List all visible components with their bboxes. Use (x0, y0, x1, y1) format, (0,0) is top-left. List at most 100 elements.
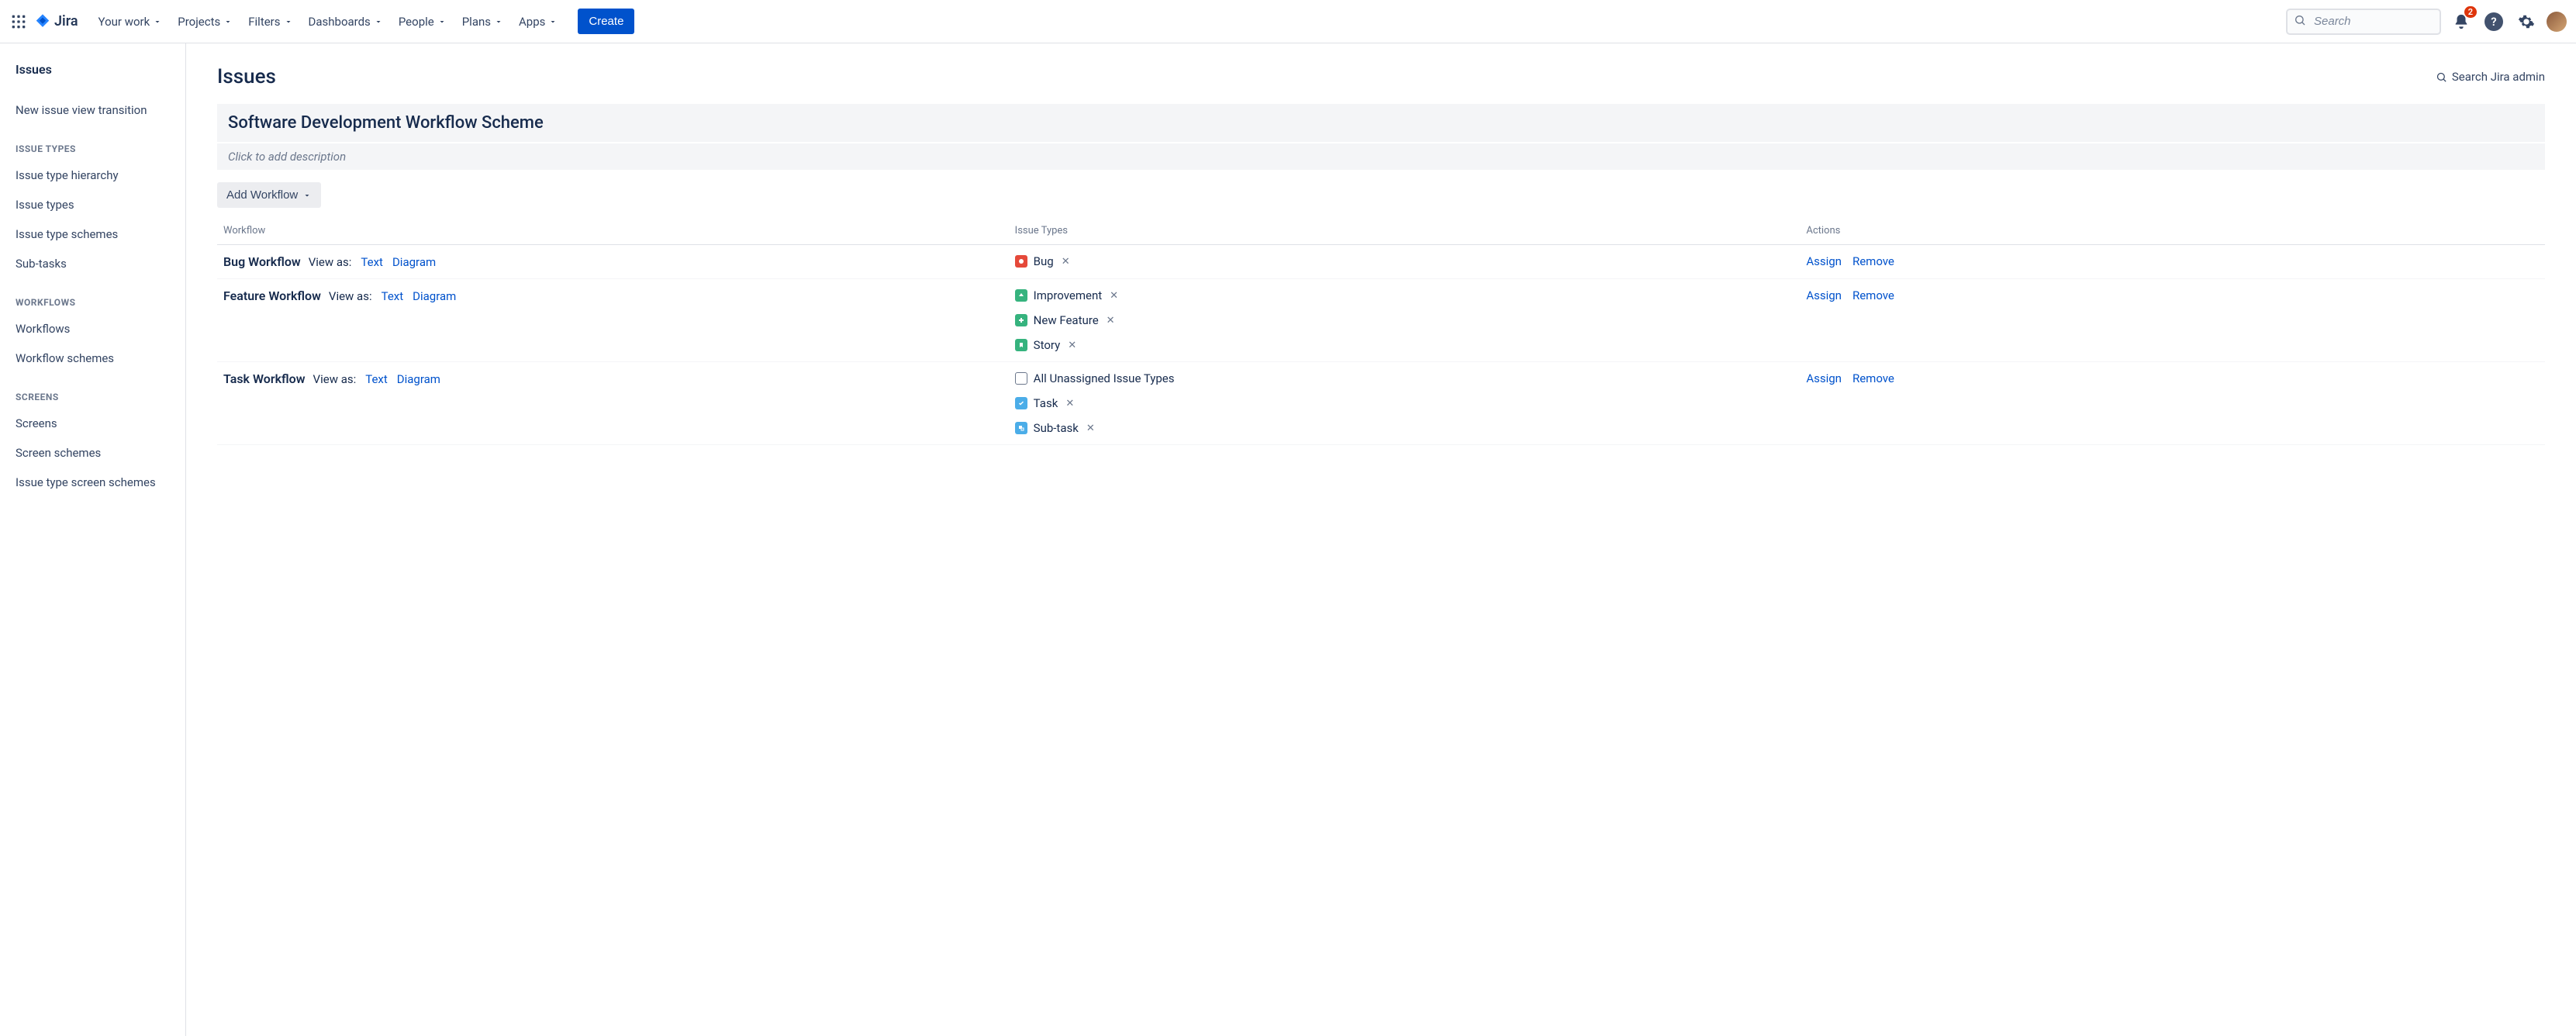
nav-item-filters[interactable]: Filters (240, 9, 300, 35)
issue-type-name: Sub-task (1034, 421, 1079, 435)
workflow-name: Bug Workflow (223, 254, 301, 269)
sidebar-link-workflows[interactable]: Workflows (0, 314, 185, 344)
bug-icon (1015, 255, 1027, 268)
sidebar-link-issue-type-schemes[interactable]: Issue type schemes (0, 219, 185, 249)
main-content: Issues Search Jira admin Software Develo… (186, 43, 2576, 1036)
view-as-label: View as: (329, 289, 372, 303)
issue-type-row: Improvement ✕ (1015, 288, 1794, 302)
col-issue-types: Issue Types (1009, 217, 1801, 245)
issue-type-row: All Unassigned Issue Types (1015, 371, 1794, 385)
sidebar-link-screens[interactable]: Screens (0, 409, 185, 438)
task-icon (1015, 397, 1027, 409)
remove-issue-type-icon[interactable]: ✕ (1065, 398, 1074, 409)
sidebar-link-issue-type-hierarchy[interactable]: Issue type hierarchy (0, 161, 185, 190)
nav-item-apps[interactable]: Apps (511, 9, 565, 35)
issue-type-row: Sub-task ✕ (1015, 421, 1794, 435)
sidebar-link-issue-type-screen-schemes[interactable]: Issue type screen schemes (0, 468, 185, 497)
add-workflow-button[interactable]: Add Workflow (217, 182, 321, 208)
sidebar-link-sub-tasks[interactable]: Sub-tasks (0, 249, 185, 278)
chevron-down-icon (302, 191, 312, 200)
sidebar-heading: ISSUE TYPES (0, 125, 185, 161)
view-diagram-link[interactable]: Diagram (397, 372, 440, 386)
sidebar-link-new-issue-view-transition[interactable]: New issue view transition (0, 95, 185, 125)
remove-link[interactable]: Remove (1853, 371, 1894, 385)
create-button[interactable]: Create (578, 9, 634, 34)
sidebar-link-screen-schemes[interactable]: Screen schemes (0, 438, 185, 468)
notifications-icon[interactable]: 2 (2449, 9, 2474, 34)
remove-link[interactable]: Remove (1853, 254, 1894, 268)
assign-link[interactable]: Assign (1806, 254, 1842, 268)
remove-issue-type-icon[interactable]: ✕ (1086, 423, 1095, 434)
issue-type-row: Bug ✕ (1015, 254, 1794, 268)
nav-item-people[interactable]: People (391, 9, 454, 35)
jira-logo[interactable]: Jira (34, 13, 78, 30)
issue-type-name: New Feature (1034, 313, 1099, 327)
search-icon (2294, 14, 2306, 29)
unassigned-icon (1015, 372, 1027, 385)
issue-type-row: New Feature ✕ (1015, 313, 1794, 327)
issue-type-name: Improvement (1034, 288, 1102, 302)
chevron-down-icon (223, 17, 233, 26)
assign-link[interactable]: Assign (1806, 288, 1842, 302)
workflow-table: Workflow Issue Types Actions Bug Workflo… (217, 217, 2545, 445)
col-workflow: Workflow (217, 217, 1009, 245)
nav-item-projects[interactable]: Projects (170, 9, 240, 35)
settings-icon[interactable] (2514, 9, 2539, 34)
top-navigation: Jira Your workProjectsFiltersDashboardsP… (0, 0, 2576, 43)
chevron-down-icon (494, 17, 503, 26)
view-text-link[interactable]: Text (361, 255, 383, 269)
chevron-down-icon (437, 17, 447, 26)
search-input[interactable] (2286, 9, 2441, 35)
issue-type-name: All Unassigned Issue Types (1034, 371, 1175, 385)
issue-type-name: Task (1034, 396, 1058, 410)
avatar[interactable] (2547, 12, 2567, 32)
add-workflow-label: Add Workflow (226, 188, 298, 202)
nav-item-dashboards[interactable]: Dashboards (301, 9, 391, 35)
sidebar: Issues New issue view transitionISSUE TY… (0, 43, 186, 1036)
view-text-link[interactable]: Text (365, 372, 388, 386)
col-actions: Actions (1800, 217, 2545, 245)
view-as-label: View as: (313, 372, 357, 386)
remove-link[interactable]: Remove (1853, 288, 1894, 302)
table-row: Bug Workflow View as: Text Diagram Bug ✕ Assig… (217, 245, 2545, 279)
table-row: Task WorkflowView as:TextDiagramAll Unas… (217, 362, 2545, 445)
global-search (2286, 9, 2441, 35)
sidebar-heading: SCREENS (0, 373, 185, 409)
workflow-name: Feature Workflow (223, 288, 321, 303)
chevron-down-icon (374, 17, 383, 26)
search-jira-admin[interactable]: Search Jira admin (2436, 70, 2545, 84)
remove-issue-type-icon[interactable]: ✕ (1062, 256, 1070, 268)
view-as-label: View as: (309, 255, 352, 269)
topnav-right: 2 ? (2286, 9, 2567, 35)
sidebar-title: Issues (0, 62, 185, 77)
chevron-down-icon (548, 17, 558, 26)
issue-type-name: Story (1034, 338, 1061, 352)
app-switcher-icon[interactable] (9, 12, 28, 31)
subtask-icon (1015, 422, 1027, 434)
view-diagram-link[interactable]: Diagram (413, 289, 456, 303)
scheme-name[interactable]: Software Development Workflow Scheme (217, 104, 2545, 142)
scheme-description[interactable]: Click to add description (217, 143, 2545, 170)
topnav-left: Jira Your workProjectsFiltersDashboardsP… (9, 9, 634, 35)
assign-link[interactable]: Assign (1806, 371, 1842, 385)
table-row: Feature Workflow View as: Text Diagram Impro… (217, 279, 2545, 362)
help-icon[interactable]: ? (2481, 9, 2506, 34)
page-title: Issues (217, 65, 276, 88)
view-diagram-link[interactable]: Diagram (392, 255, 436, 269)
new-feature-icon (1015, 314, 1027, 326)
remove-issue-type-icon[interactable]: ✕ (1068, 340, 1076, 351)
nav-item-plans[interactable]: Plans (454, 9, 511, 35)
sidebar-link-workflow-schemes[interactable]: Workflow schemes (0, 344, 185, 373)
issue-type-name: Bug (1034, 254, 1054, 268)
story-icon (1015, 339, 1027, 351)
chevron-down-icon (153, 17, 162, 26)
jira-logo-text: Jira (54, 13, 78, 29)
sidebar-link-issue-types[interactable]: Issue types (0, 190, 185, 219)
issue-type-row: Task ✕ (1015, 396, 1794, 410)
remove-issue-type-icon[interactable]: ✕ (1110, 290, 1118, 302)
nav-item-your-work[interactable]: Your work (91, 9, 171, 35)
view-text-link[interactable]: Text (382, 289, 404, 303)
remove-issue-type-icon[interactable]: ✕ (1107, 315, 1115, 326)
improvement-icon (1015, 289, 1027, 302)
issue-type-row: Story ✕ (1015, 338, 1794, 352)
